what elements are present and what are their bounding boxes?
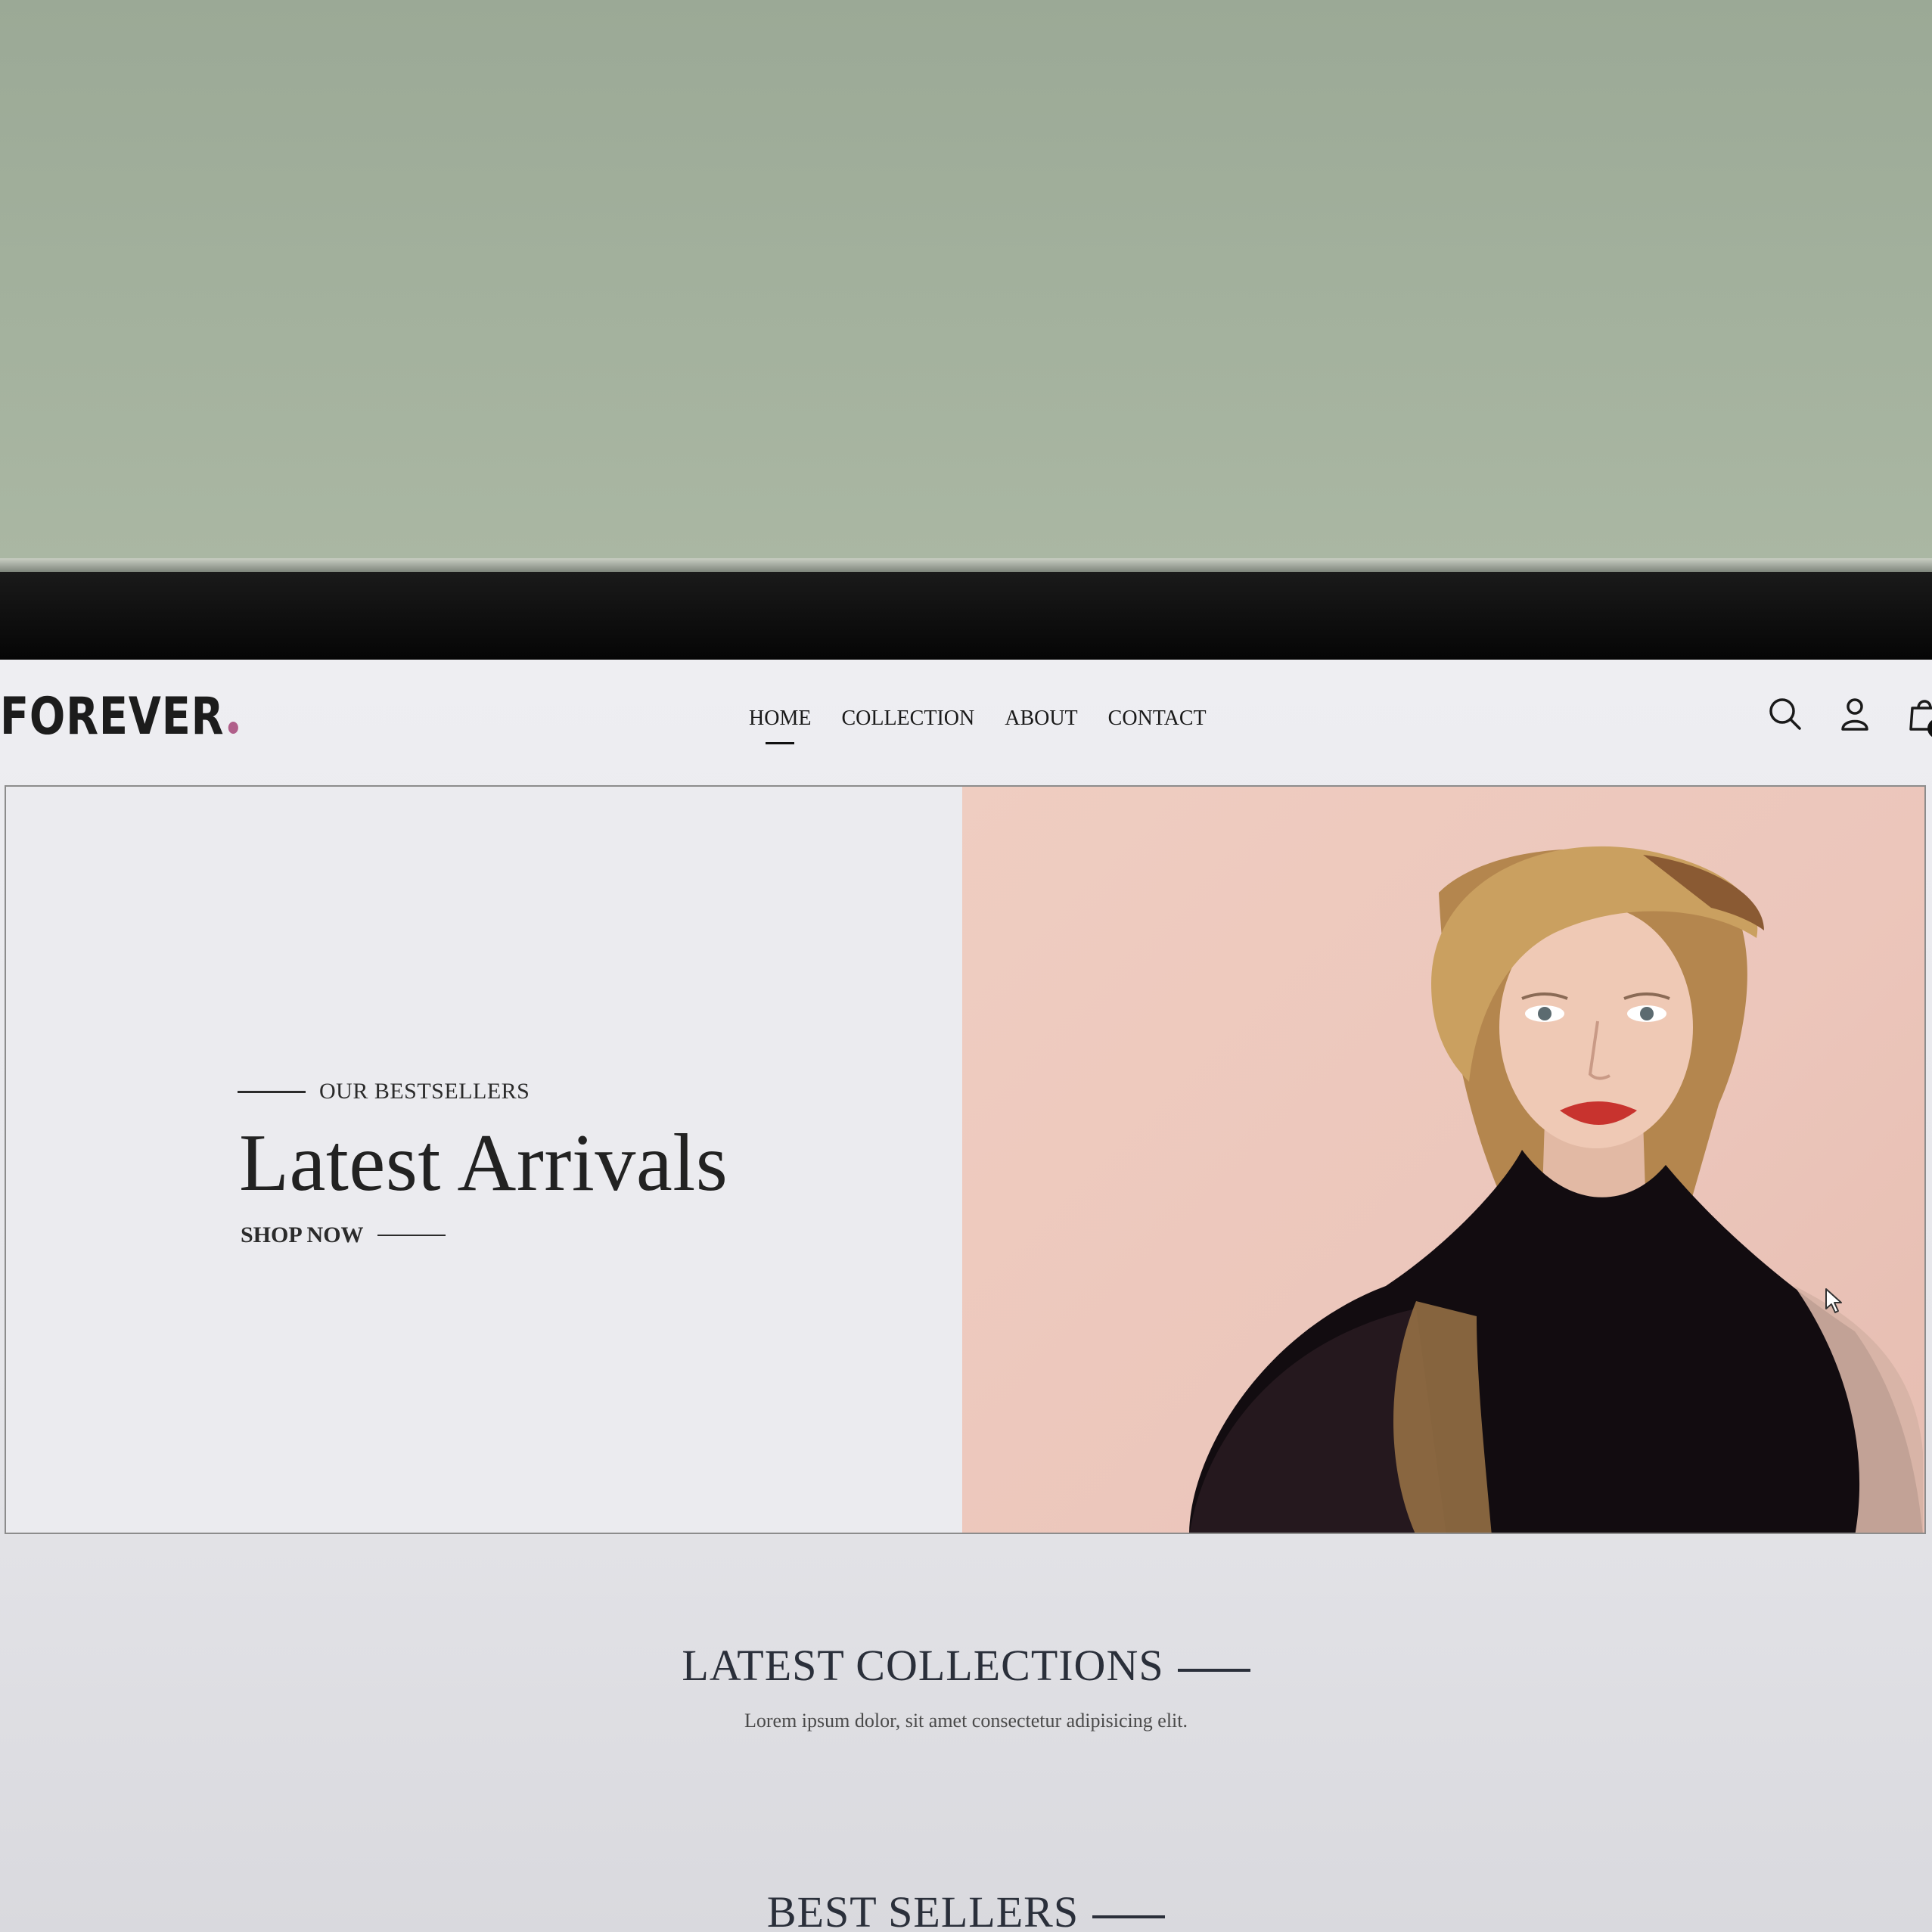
nav-about[interactable]: ABOUT <box>1005 707 1077 731</box>
hero-image <box>962 787 1924 1533</box>
hero-eyebrow: OUR BESTSELLERS <box>238 1079 530 1104</box>
search-icon[interactable] <box>1767 696 1803 732</box>
best-sellers-heading: BEST SELLERS <box>0 1887 1932 1932</box>
latest-collections-title: LATEST COLLECTIONS <box>682 1641 1164 1690</box>
logo-dot-icon <box>228 722 238 734</box>
nav-home[interactable]: HOME <box>749 707 811 744</box>
nav-contact[interactable]: CONTACT <box>1108 707 1207 731</box>
background-wall <box>0 0 1932 560</box>
brand-logo[interactable]: FOREVER <box>0 687 238 747</box>
monitor-bezel <box>0 572 1932 1195</box>
main-nav: HOME COLLECTION ABOUT CONTACT <box>749 707 1207 744</box>
hero-eyebrow-text: OUR BESTSELLERS <box>319 1079 530 1104</box>
cart-icon[interactable]: 0 <box>1906 696 1932 738</box>
shop-now-label: SHOP NOW <box>241 1222 364 1247</box>
hero-title: Latest Arrivals <box>239 1118 728 1208</box>
latest-collections-subtitle: Lorem ipsum dolor, sit amet consectetur … <box>744 1710 1188 1732</box>
heading-dash <box>1092 1915 1166 1918</box>
web-page: FOREVER HOME COLLECTION ABOUT CONTACT 0 … <box>0 660 1932 1932</box>
hero-text-panel: OUR BESTSELLERS Latest Arrivals SHOP NOW <box>6 787 962 1533</box>
best-sellers-title: BEST SELLERS <box>766 1887 1079 1932</box>
user-icon[interactable] <box>1837 696 1873 732</box>
mouse-cursor-icon <box>1825 1288 1842 1313</box>
monitor-edge <box>0 558 1932 572</box>
hero-banner: OUR BESTSELLERS Latest Arrivals SHOP NOW <box>5 785 1926 1534</box>
header-actions: 0 <box>1767 696 1932 738</box>
shop-now-line <box>377 1235 446 1236</box>
heading-dash <box>1177 1668 1250 1672</box>
nav-collection[interactable]: COLLECTION <box>841 707 974 731</box>
eyebrow-line <box>238 1090 306 1093</box>
brand-logo-text: FOREVER <box>0 687 225 747</box>
latest-collections-heading: LATEST COLLECTIONS <box>0 1640 1932 1691</box>
model-photo <box>1189 846 1923 1533</box>
shop-now-button[interactable]: SHOP NOW <box>241 1222 446 1248</box>
